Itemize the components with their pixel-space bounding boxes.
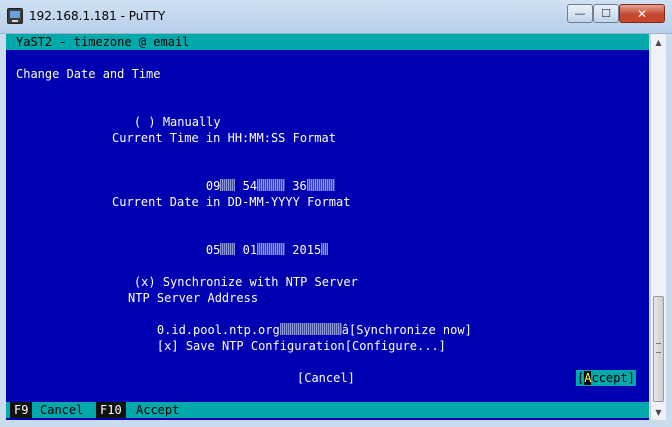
maximize-button[interactable]: ☐ xyxy=(593,4,619,23)
hour-field-pad[interactable] xyxy=(220,179,236,191)
month-field-pad[interactable] xyxy=(257,243,286,255)
putty-app-icon[interactable] xyxy=(7,8,23,24)
chevron-down-icon: ▼ xyxy=(655,407,662,417)
year-field-pad[interactable] xyxy=(321,243,329,255)
close-button[interactable]: ✕ xyxy=(619,4,665,23)
ntp-address-label: NTP Server Address xyxy=(128,291,259,305)
accept-button[interactable]: [Accept] xyxy=(576,370,636,386)
f9-key[interactable]: F9 xyxy=(10,402,33,418)
manual-label: Manually xyxy=(155,115,221,129)
ntp-address-row: 0.id.pool.ntp.org â[Synchronize now] xyxy=(128,306,472,337)
close-icon: ✕ xyxy=(636,6,648,21)
f9-cancel-label[interactable]: Cancel xyxy=(40,402,83,418)
manual-option[interactable]: ( ) Manually xyxy=(105,98,221,129)
minimize-button[interactable]: — xyxy=(567,4,593,23)
terminal-screen[interactable]: YaST2 - timezone @ email Change Date and… xyxy=(6,34,649,420)
save-ntp-row: [x] Save NTP Configuration[Configure...] xyxy=(128,322,446,353)
hour-field[interactable]: 09 xyxy=(206,179,220,193)
window-title: 192.168.1.181 - PuTTY xyxy=(29,9,166,23)
f10-key[interactable]: F10 xyxy=(96,402,126,418)
vertical-scrollbar[interactable]: ▲ ▼ xyxy=(650,34,666,420)
minute-field[interactable]: 54 xyxy=(243,179,257,193)
minute-field-pad[interactable] xyxy=(257,179,286,191)
second-field-pad[interactable] xyxy=(306,179,335,191)
configure-button[interactable]: [Configure...] xyxy=(345,339,446,353)
chevron-up-icon: ▲ xyxy=(655,37,662,47)
scroll-down-arrow[interactable]: ▼ xyxy=(651,404,666,420)
ntp-radio[interactable]: (x) xyxy=(134,275,156,289)
scroll-thumb[interactable] xyxy=(653,296,664,402)
scroll-up-arrow[interactable]: ▲ xyxy=(651,34,666,50)
ntp-option[interactable]: (x) Synchronize with NTP Server xyxy=(105,258,358,289)
grip-icon xyxy=(656,343,661,353)
save-ntp-label: Save NTP Configuration xyxy=(178,339,345,353)
ntp-label: Synchronize with NTP Server xyxy=(155,275,358,289)
title-bar[interactable]: 192.168.1.181 - PuTTY — ☐ ✕ xyxy=(0,0,672,34)
cancel-button[interactable]: [Cancel] xyxy=(297,370,355,386)
month-field[interactable]: 01 xyxy=(243,243,257,257)
day-field[interactable]: 05 xyxy=(206,243,220,257)
maximize-icon: ☐ xyxy=(601,7,611,20)
yast-header-title: YaST2 - timezone @ email xyxy=(16,35,190,49)
manual-radio[interactable]: ( ) xyxy=(134,115,156,129)
f10-accept-label[interactable]: Accept xyxy=(136,402,179,418)
day-field-pad[interactable] xyxy=(220,243,236,255)
second-field[interactable]: 36 xyxy=(292,179,306,193)
date-format-label: Current Date in DD-MM-YYYY Format xyxy=(112,195,351,209)
date-fields: 05 01 2015 xyxy=(177,226,329,257)
year-field[interactable]: 2015 xyxy=(292,243,321,257)
section-title: Change Date and Time xyxy=(16,67,161,81)
accept-label-rest: ccept] xyxy=(591,371,635,385)
time-fields: 09 54 36 xyxy=(177,162,335,193)
minimize-icon: — xyxy=(574,7,586,20)
save-ntp-checkbox[interactable]: [x] xyxy=(157,339,179,353)
time-format-label: Current Time in HH:MM:SS Format xyxy=(112,131,336,145)
